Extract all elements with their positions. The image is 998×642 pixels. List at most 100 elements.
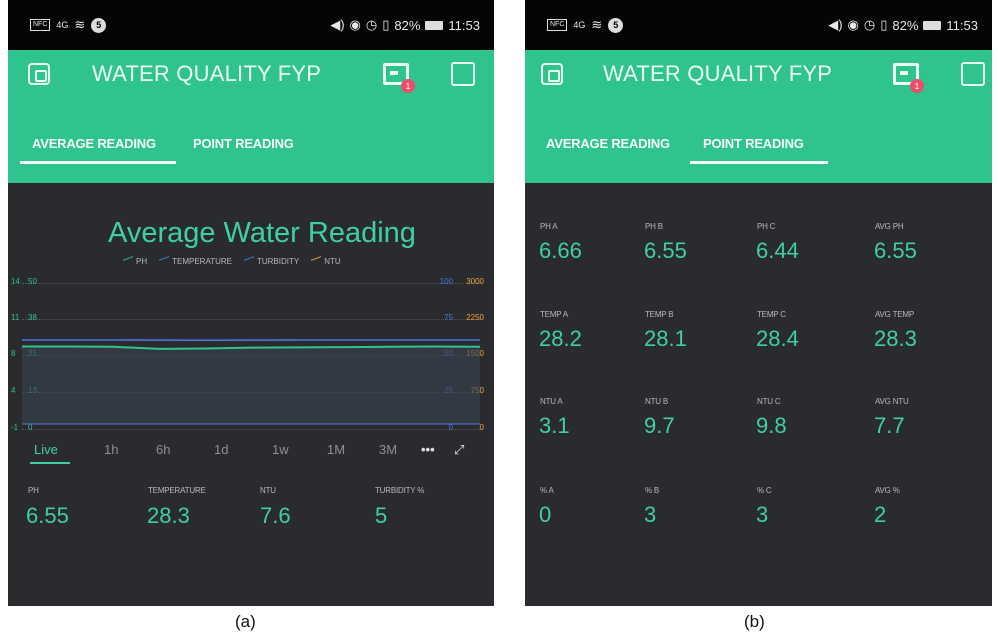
reading-value: 28.1 [644,326,687,351]
tab-point-reading[interactable]: POINT READING [193,136,294,151]
range-6h[interactable]: 6h [156,442,170,457]
line-chart [22,339,481,425]
clock: 11:53 [448,17,480,33]
ntu-label: NTU [260,486,276,495]
more-ranges-button[interactable]: ••• [421,442,435,457]
active-tab-indicator [690,161,828,164]
app-title: WATER QUALITY FYP [603,61,833,86]
notification-count: 1 [910,79,924,93]
reading-label: AVG TEMP [875,310,915,319]
reading-label: NTU A [540,397,563,406]
notification-count: 1 [401,79,415,93]
reading-value: 28.4 [756,326,799,351]
temperature-area [22,346,480,424]
caption-b: (b) [744,612,765,631]
legend-turbidity: TURBIDITY [243,256,299,266]
reading-value: 9.8 [756,413,787,438]
device-icon[interactable] [541,63,563,85]
reading-label: PH B [645,222,663,231]
reading-value: 2 [874,502,887,527]
reading-label: AVG NTU [875,397,909,406]
volume-icon: ◀) [330,17,345,32]
phone-screen-average: NFC 4G ≋ 5 ◀) ◉ ◷ ▯ 82% 11:53 WATER QUAL… [8,0,494,606]
battery-icon [425,20,444,30]
temperature-label: TEMPERATURE [148,486,206,495]
reading-label: PH C [757,222,776,231]
vibrate-icon: ▯ [880,17,888,32]
reading-value: 3.1 [539,413,570,438]
status-bar: NFC 4G ≋ 5 ◀) ◉ ◷ ▯ 82% 11:53 [8,0,494,50]
range-1w[interactable]: 1w [272,442,289,457]
reading-label: % A [540,486,554,495]
reading-value: 28.3 [874,326,917,351]
clock: 11:53 [946,17,978,33]
reading-value: 6.55 [874,238,917,263]
reading-label: NTU C [757,397,781,406]
legend-ntu: NTU [311,256,341,266]
wifi-icon: ≋ [74,17,86,32]
time-range-selector: Live 1h 6h 1d 1w 1M 3M ••• ⤢ [34,442,470,462]
status-bar: NFC 4G ≋ 5 ◀) ◉ ◷ ▯ 82% 11:53 [525,0,992,50]
ntu-value: 7.6 [260,503,291,528]
vibrate-icon: ▯ [382,17,390,32]
reading-value: 28.2 [539,326,582,351]
signal-icon: 4G [56,20,69,30]
range-live[interactable]: Live [34,442,58,457]
reading-label: TEMP A [540,310,568,319]
battery-percent: 82% [394,17,421,33]
ph-label: PH [28,486,39,495]
ph-value: 6.55 [26,503,69,528]
reading-value: 3 [756,502,769,527]
reading-label: TEMP B [645,310,674,319]
nfc-icon: NFC [547,19,568,31]
reading-value: 9.7 [644,413,675,438]
tab-point-reading[interactable]: POINT READING [703,136,804,151]
reading-label: NTU B [645,397,669,406]
device-icon[interactable] [28,63,50,85]
tab-average-reading[interactable]: AVERAGE READING [32,136,156,151]
chart-legend: PH TEMPERATURE TURBIDITY NTU [123,256,341,266]
reading-label: AVG % [875,486,900,495]
range-1m[interactable]: 1M [327,442,345,457]
alarm-icon: ◷ [365,17,378,32]
notification-badge: 5 [91,17,107,33]
active-tab-indicator [20,161,176,164]
reading-value: 3 [644,502,657,527]
range-3m[interactable]: 3M [379,442,397,457]
reading-value: 6.55 [644,238,687,263]
reading-value: 6.44 [756,238,799,263]
app-title: WATER QUALITY FYP [92,61,322,86]
reading-label: % C [757,486,772,495]
temperature-value: 28.3 [147,503,190,528]
phone-screen-point: NFC 4G ≋ 5 ◀) ◉ ◷ ▯ 82% 11:53 WATER QUAL… [525,0,992,606]
legend-ph: PH [123,256,147,266]
volume-icon: ◀) [828,17,843,32]
signal-icon: 4G [573,20,586,30]
turbidity-label: TURBIDITY % [375,486,425,495]
eye-icon: ◉ [847,17,859,32]
range-1d[interactable]: 1d [214,442,228,457]
battery-icon [923,20,942,30]
caption-a: (a) [235,612,256,631]
chart-title: Average Water Reading [108,217,416,249]
reading-label: PH A [540,222,558,231]
turbidity-value: 5 [375,503,388,528]
nfc-icon: NFC [30,19,51,31]
menu-square-icon[interactable] [961,62,985,86]
alarm-icon: ◷ [863,17,876,32]
notification-badge: 5 [608,17,624,33]
range-live-indicator [30,462,70,464]
reading-label: % B [645,486,660,495]
battery-percent: 82% [892,17,919,33]
wifi-icon: ≋ [591,17,603,32]
reading-value: 0 [539,502,552,527]
reading-label: AVG PH [875,222,904,231]
reading-value: 7.7 [874,413,905,438]
legend-temperature: TEMPERATURE [159,256,232,266]
tab-average-reading[interactable]: AVERAGE READING [546,136,670,151]
reading-label: TEMP C [757,310,786,319]
expand-chart-icon[interactable]: ⤢ [454,442,464,458]
reading-value: 6.66 [539,238,582,263]
range-1h[interactable]: 1h [104,442,118,457]
menu-square-icon[interactable] [451,62,475,86]
